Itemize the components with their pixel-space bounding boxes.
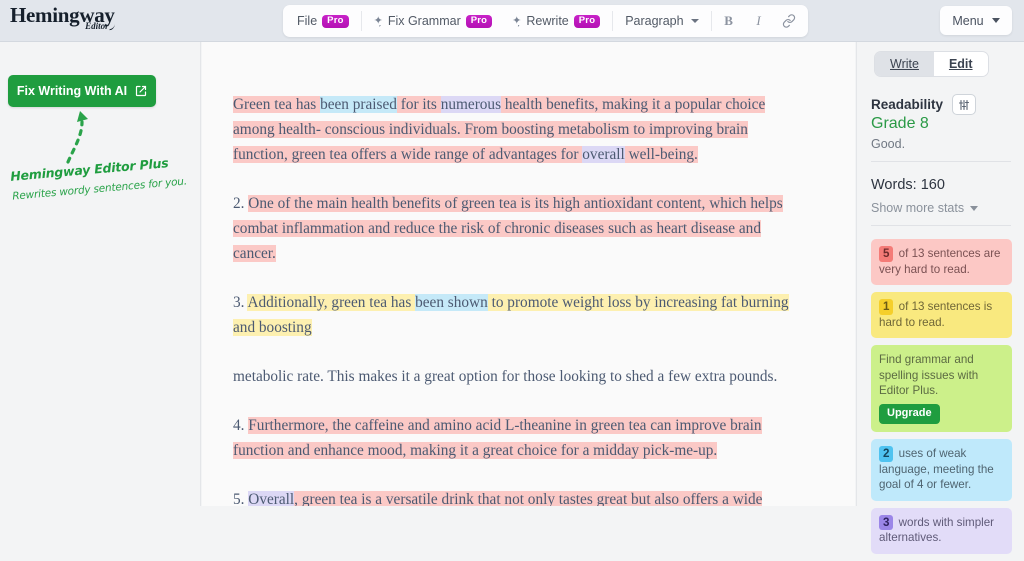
- toolbar-fix-grammar-label: Fix Grammar: [387, 14, 461, 28]
- text-run-pink: Green tea has: [233, 96, 321, 113]
- readability-label: Readability: [871, 97, 944, 112]
- toolbar-divider: [360, 11, 362, 31]
- stat-card-hard[interactable]: 1 of 13 sentences is hard to read.: [871, 292, 1012, 338]
- menu-label: Menu: [952, 13, 984, 28]
- stat-card-text: Find grammar and spelling issues with Ed…: [879, 353, 979, 397]
- document-body[interactable]: Green tea has been praised for its numer…: [233, 92, 793, 506]
- text-run-yellow: Additionally, green tea has: [247, 294, 416, 311]
- text-run-none: metabolic rate. This makes it a great op…: [233, 368, 778, 385]
- chevron-down-icon: [991, 18, 1000, 23]
- stat-card-text: words with simpler alternatives.: [879, 515, 995, 545]
- sidebar-divider: [871, 225, 1011, 226]
- mode-write-button[interactable]: Write: [875, 52, 934, 76]
- sidebar-divider: [871, 161, 1011, 162]
- stat-card-count: 1: [879, 299, 894, 315]
- stats-sidebar: Write Edit Readability Grade 8 Good. Wor…: [856, 42, 1024, 554]
- fix-writing-with-ai-label: Fix Writing With AI: [16, 84, 128, 98]
- readability-note: Good.: [871, 137, 906, 151]
- fix-writing-with-ai-button[interactable]: Fix Writing With AI: [8, 75, 156, 107]
- stat-card-count: 2: [879, 446, 894, 462]
- text-run-purple: overall: [582, 146, 625, 163]
- app-header: Hemingway Editor File Pro ✦̦ Fix Grammar…: [0, 0, 1024, 42]
- dashed-curved-arrow-icon: [66, 111, 88, 164]
- stat-card-count: 3: [879, 514, 894, 530]
- stat-card-text: uses of weak language, meeting the goal …: [879, 447, 994, 491]
- toolbar-rewrite-label: Rewrite: [526, 14, 569, 28]
- text-run-purple: Overall: [248, 491, 295, 506]
- toolbar-file-button[interactable]: File Pro: [287, 8, 359, 34]
- sparkle-icon: ✦̦: [373, 14, 383, 27]
- word-count: Words: 160: [871, 177, 945, 193]
- toolbar-divider: [710, 11, 712, 31]
- text-run-none: 3.: [233, 294, 248, 311]
- text-run-none: 2.: [233, 195, 249, 212]
- document-paragraph[interactable]: metabolic rate. This makes it a great op…: [233, 364, 793, 389]
- text-run-pink: , green tea is a versatile drink that no…: [233, 491, 763, 506]
- chevron-down-icon: [690, 19, 699, 23]
- stat-card-simpler-alternatives[interactable]: 3 words with simpler alternatives.: [871, 507, 1012, 554]
- mode-edit-button[interactable]: Edit: [933, 52, 988, 76]
- document-paragraph[interactable]: 2. One of the main health benefits of gr…: [233, 191, 793, 266]
- text-run-none: 5.: [233, 491, 249, 506]
- formatting-toolbar: File Pro ✦̦ Fix Grammar Pro ✦̦ Rewrite P…: [283, 5, 808, 37]
- app-logo: Hemingway Editor: [10, 4, 115, 31]
- editor-pane[interactable]: Green tea has been praised for its numer…: [202, 42, 855, 506]
- stat-card-grammar[interactable]: Find grammar and spelling issues with Ed…: [871, 345, 1012, 432]
- toolbar-paragraph-style-select[interactable]: Paragraph: [615, 8, 708, 34]
- stat-cards: 5 of 13 sentences are very hard to read.…: [871, 239, 1012, 561]
- toolbar-fix-grammar-button[interactable]: ✦̦ Fix Grammar Pro: [364, 8, 503, 34]
- link-icon[interactable]: [774, 8, 804, 34]
- stat-card-very-hard[interactable]: 5 of 13 sentences are very hard to read.: [871, 239, 1012, 285]
- readability-grade: Grade 8: [871, 115, 929, 132]
- document-paragraph[interactable]: 4. Furthermore, the caffeine and amino a…: [233, 413, 793, 463]
- menu-button[interactable]: Menu: [940, 6, 1012, 35]
- document-paragraph[interactable]: 5. Overall, green tea is a versatile dri…: [233, 487, 793, 506]
- text-run-pink: for its: [396, 96, 441, 113]
- toolbar-file-label: File: [297, 14, 318, 28]
- left-panel: Fix Writing With AI Hemingway Editor Plu…: [0, 42, 201, 506]
- bold-button[interactable]: B: [714, 8, 744, 34]
- stat-card-weak-language[interactable]: 2 uses of weak language, meeting the goa…: [871, 439, 1012, 501]
- sliders-icon[interactable]: [952, 94, 977, 115]
- document-paragraph[interactable]: 3. Additionally, green tea has been show…: [233, 290, 793, 340]
- chevron-down-icon: [970, 205, 979, 211]
- toolbar-divider: [612, 11, 614, 31]
- text-run-none: 4.: [233, 417, 249, 434]
- mode-toggle: Write Edit: [875, 52, 988, 76]
- text-run-pink: Furthermore, the caffeine and amino acid…: [233, 417, 762, 459]
- stat-card-count: 5: [879, 246, 894, 262]
- fix-grammar-pro-badge: Pro: [465, 14, 493, 28]
- upgrade-button[interactable]: Upgrade: [879, 403, 940, 424]
- logo-subtext: Editor: [10, 22, 115, 31]
- sparkle-icon: ✦̦: [512, 14, 522, 27]
- text-run-pink: One of the main health benefits of green…: [233, 195, 783, 262]
- document-paragraph[interactable]: Green tea has been praised for its numer…: [233, 92, 793, 167]
- text-run-purple: numerous: [440, 96, 502, 113]
- stat-card-text: of 13 sentences are very hard to read.: [879, 247, 1001, 276]
- text-run-blue: been shown: [415, 294, 488, 311]
- text-run-pink: well-being.: [624, 146, 698, 163]
- toolbar-paragraph-label: Paragraph: [625, 14, 684, 28]
- show-more-stats-label: Show more stats: [871, 201, 965, 215]
- show-more-stats-button[interactable]: Show more stats: [871, 201, 979, 215]
- readability-row: Readability: [871, 94, 977, 115]
- rewrite-pro-badge: Pro: [573, 14, 601, 28]
- text-run-blue: been praised: [320, 96, 397, 113]
- file-pro-badge: Pro: [322, 14, 349, 28]
- stat-card-text: of 13 sentences is hard to read.: [879, 300, 993, 329]
- toolbar-rewrite-button[interactable]: ✦̦ Rewrite Pro: [502, 8, 610, 34]
- italic-button[interactable]: I: [744, 8, 774, 34]
- external-link-icon: [135, 85, 147, 97]
